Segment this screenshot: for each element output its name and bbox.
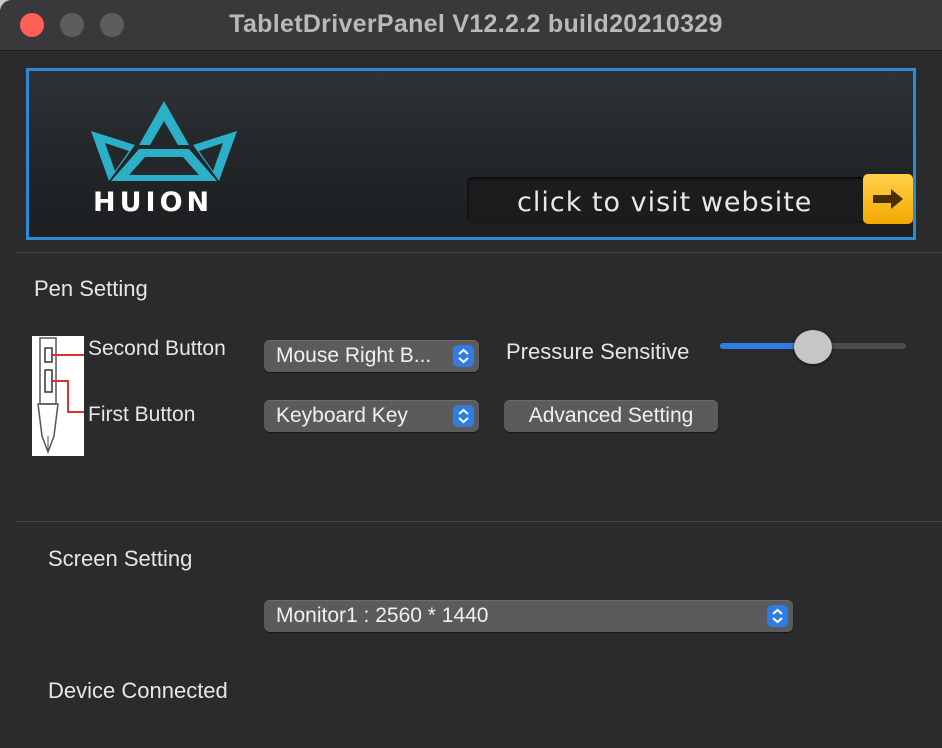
first-button-label: First Button [88,403,196,426]
monitor-value: Monitor1 : 2560 * 1440 [276,604,489,627]
arrow-right-icon[interactable] [863,174,913,224]
select-chevron-icon [453,405,474,427]
pressure-slider[interactable] [720,330,906,364]
second-button-select[interactable]: Mouse Right B... [264,340,479,372]
slider-knob[interactable] [794,330,832,364]
second-button-value: Mouse Right B... [276,344,432,367]
visit-website-button[interactable]: click to visit website [467,174,913,224]
huion-crown-logo-icon [91,101,237,181]
select-chevron-icon [453,345,474,367]
divider [16,521,942,522]
huion-banner: HUION click to visit website [26,68,916,240]
advanced-setting-button[interactable]: Advanced Setting [504,400,718,432]
first-button-value: Keyboard Key [276,404,408,427]
screen-setting-title: Screen Setting [48,546,193,571]
title-bar: TabletDriverPanel V12.2.2 build20210329 [0,0,942,51]
window-title: TabletDriverPanel V12.2.2 build20210329 [229,10,723,38]
divider [16,252,942,253]
device-status: Device Connected [48,678,228,703]
first-button-select[interactable]: Keyboard Key [264,400,479,432]
pressure-sensitive-label: Pressure Sensitive [506,339,690,364]
tablet-driver-window: TabletDriverPanel V12.2.2 build20210329 … [0,0,942,748]
visit-website-label: click to visit website [517,187,813,218]
huion-logo-text: HUION [93,187,214,218]
pen-diagram-icon [32,336,84,456]
monitor-select[interactable]: Monitor1 : 2560 * 1440 [264,600,793,632]
select-chevron-icon [767,605,788,627]
pen-setting-title: Pen Setting [34,276,148,301]
second-button-label: Second Button [88,337,226,360]
